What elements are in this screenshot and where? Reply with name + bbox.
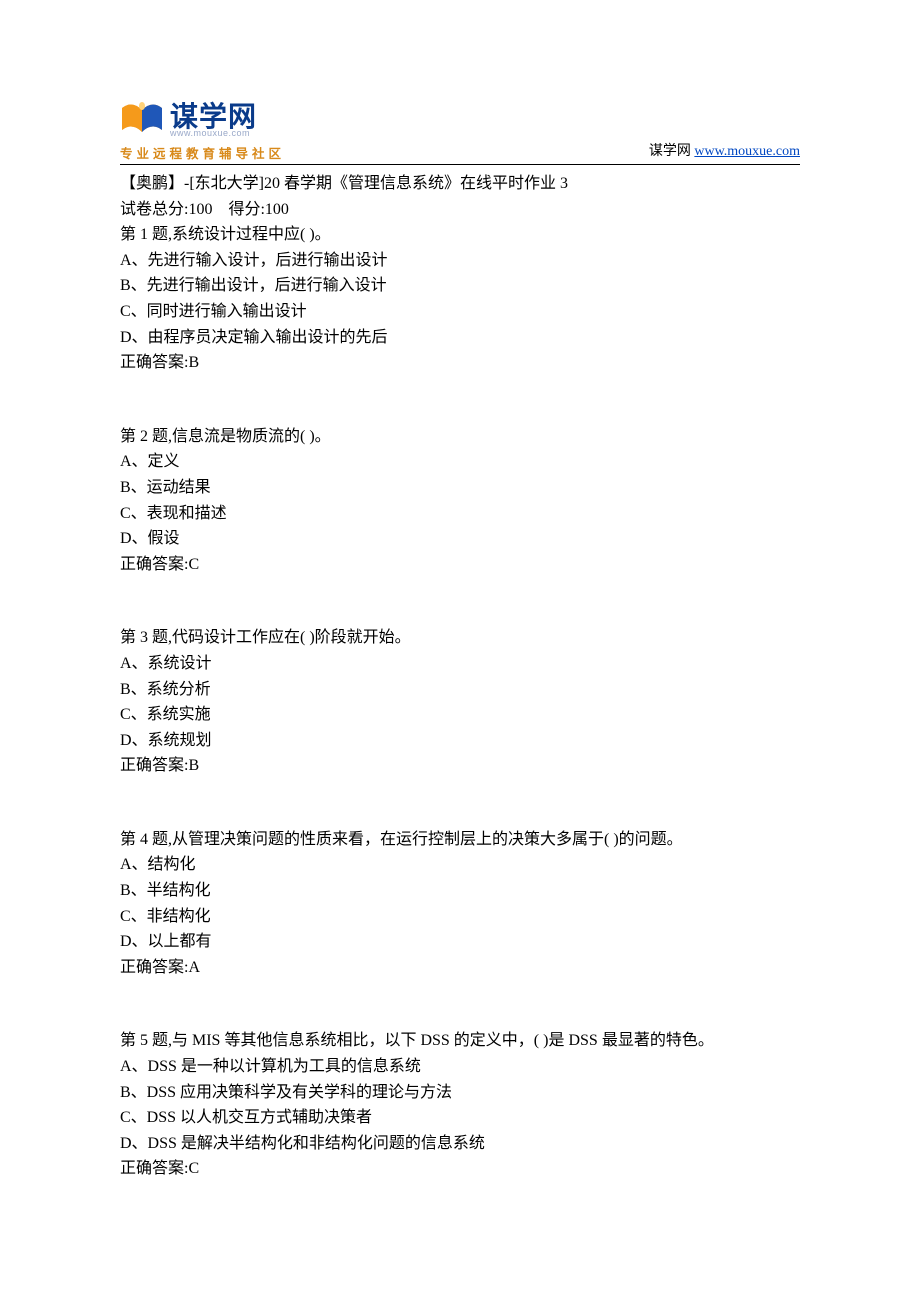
content: 【奥鹏】-[东北大学]20 春学期《管理信息系统》在线平时作业 3 试卷总分:1… [120,171,800,1182]
question-option: D、假设 [120,526,800,552]
question-option: D、系统规划 [120,728,800,754]
header-link[interactable]: www.mouxue.com [694,144,800,159]
question-option: A、DSS 是一种以计算机为工具的信息系统 [120,1054,800,1080]
logo-block: 谋学网 www.mouxue.com 专业远程教育辅导社区 [120,100,285,162]
question-3: 第 3 题,代码设计工作应在( )阶段就开始。 A、系统设计 B、系统分析 C、… [120,625,800,779]
question-option: C、非结构化 [120,904,800,930]
exam-score-line: 试卷总分:100 得分:100 [120,197,800,223]
question-5: 第 5 题,与 MIS 等其他信息系统相比，以下 DSS 的定义中，( )是 D… [120,1028,800,1182]
question-stem: 第 5 题,与 MIS 等其他信息系统相比，以下 DSS 的定义中，( )是 D… [120,1028,800,1054]
question-stem: 第 3 题,代码设计工作应在( )阶段就开始。 [120,625,800,651]
header: 谋学网 www.mouxue.com 专业远程教育辅导社区 谋学网 www.mo… [120,100,800,165]
question-answer: 正确答案:C [120,552,800,578]
question-answer: 正确答案:B [120,753,800,779]
question-option: B、DSS 应用决策科学及有关学科的理论与方法 [120,1080,800,1106]
question-option: A、定义 [120,449,800,475]
brand-url-small: www.mouxue.com [170,129,257,138]
question-option: B、半结构化 [120,878,800,904]
question-option: B、运动结果 [120,475,800,501]
question-answer: 正确答案:B [120,350,800,376]
question-option: A、先进行输入设计，后进行输出设计 [120,248,800,274]
question-2: 第 2 题,信息流是物质流的( )。 A、定义 B、运动结果 C、表现和描述 D… [120,424,800,578]
header-right: 谋学网 www.mouxue.com [649,140,800,162]
question-option: A、系统设计 [120,651,800,677]
question-option: C、表现和描述 [120,501,800,527]
header-right-label: 谋学网 [649,144,691,159]
question-option: C、系统实施 [120,702,800,728]
question-option: D、由程序员决定输入输出设计的先后 [120,325,800,351]
question-option: C、同时进行输入输出设计 [120,299,800,325]
question-option: A、结构化 [120,852,800,878]
brand-title: 谋学网 [170,102,257,131]
brand-tagline: 专业远程教育辅导社区 [120,143,285,162]
question-option: B、系统分析 [120,677,800,703]
question-option: D、DSS 是解决半结构化和非结构化问题的信息系统 [120,1131,800,1157]
question-answer: 正确答案:A [120,955,800,981]
exam-title: 【奥鹏】-[东北大学]20 春学期《管理信息系统》在线平时作业 3 [120,171,800,197]
question-option: B、先进行输出设计，后进行输入设计 [120,273,800,299]
question-option: C、DSS 以人机交互方式辅助决策者 [120,1105,800,1131]
question-option: D、以上都有 [120,929,800,955]
question-stem: 第 2 题,信息流是物质流的( )。 [120,424,800,450]
book-icon [120,100,164,140]
question-stem: 第 1 题,系统设计过程中应( )。 [120,222,800,248]
question-answer: 正确答案:C [120,1156,800,1182]
question-4: 第 4 题,从管理决策问题的性质来看，在运行控制层上的决策大多属于( )的问题。… [120,827,800,981]
question-stem: 第 4 题,从管理决策问题的性质来看，在运行控制层上的决策大多属于( )的问题。 [120,827,800,853]
question-1: 第 1 题,系统设计过程中应( )。 A、先进行输入设计，后进行输出设计 B、先… [120,222,800,376]
